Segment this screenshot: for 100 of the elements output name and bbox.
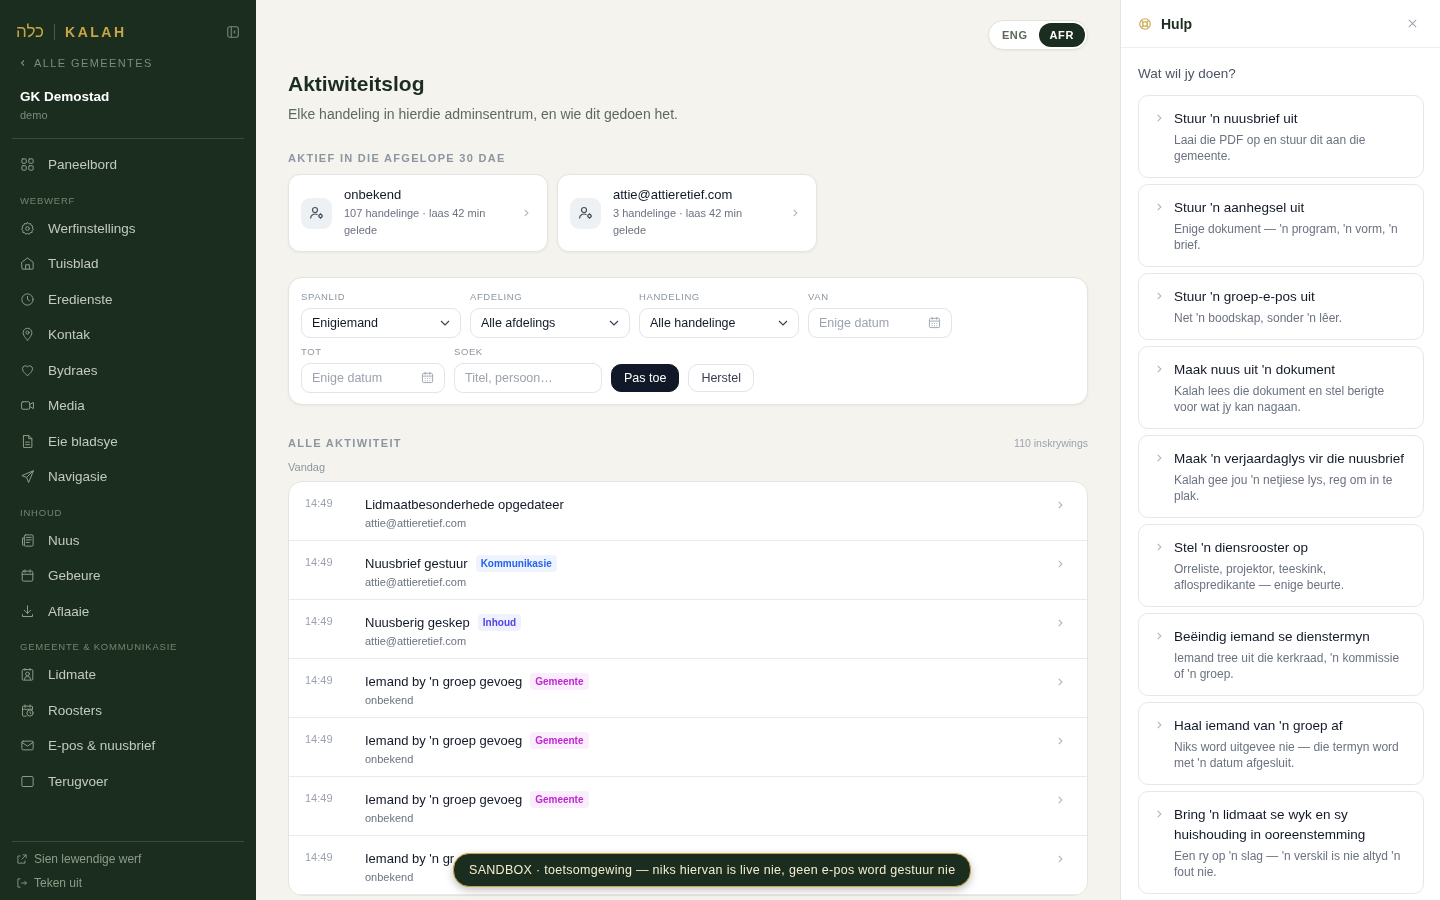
help-action-card[interactable]: Maak nuus uit 'n dokument Kalah lees die dokument en stel berigte voor wat jy kan nagaan. bbox=[1138, 346, 1424, 429]
calendar-clock-icon bbox=[20, 702, 35, 718]
action-description: Een ry op 'n slag — 'n verskil is nie altyd 'n fout nie. bbox=[1174, 848, 1402, 880]
action-description: Kalah gee jou 'n netjiese lys, reg om in te plak. bbox=[1174, 472, 1394, 504]
nav-item[interactable]: Roosters bbox=[12, 692, 244, 728]
action-title: Bring 'n lidmaat se wyk en sy huishouding in ooreenstemming bbox=[1174, 806, 1367, 844]
user-card[interactable]: onbekend 107 handelinge · laas 42 min gelede bbox=[288, 174, 548, 252]
search-field[interactable]: Titel, persoon… bbox=[454, 363, 602, 393]
help-action-card[interactable]: Stuur 'n groep-e-pos uit Net 'n boodskap, sonder 'n lêer. bbox=[1138, 273, 1424, 340]
user-card[interactable]: attie@attieretief.com 3 handelinge · laas 42 min gelede bbox=[557, 174, 817, 252]
help-action-card[interactable]: Stuur 'n aanhegsel uit Enige dokument — 'n program, 'n vorm, 'n brief. bbox=[1138, 184, 1424, 267]
nav-item[interactable]: Eie bladsye bbox=[12, 423, 244, 459]
activity-row[interactable]: 14:49 Iemand by 'n groep gevoeg Gemeente onbekend bbox=[289, 659, 1087, 718]
nav-item[interactable]: Aflaaie bbox=[12, 593, 244, 629]
nav-item[interactable]: Paneelbord bbox=[12, 147, 244, 183]
nav-item[interactable]: Eredienste bbox=[12, 281, 244, 317]
chevron-right-icon bbox=[521, 208, 531, 218]
activity-row[interactable]: 14:49 Lidmaatbesonderhede opgedateer attie@attieretief.com bbox=[289, 482, 1087, 541]
activity-time: 14:49 bbox=[305, 496, 334, 509]
field-label: TOT bbox=[301, 346, 323, 357]
section-heading: ALLE AKTIWITEIT bbox=[288, 437, 402, 449]
dropdown[interactable]: Alle afdelings bbox=[470, 308, 630, 338]
help-action-card[interactable]: Bring 'n lidmaat se wyk en sy huishouding in ooreenstemming Een ry op 'n slag — 'n verskil is nie altyd 'n fout nie. bbox=[1138, 791, 1424, 894]
chevron-right-icon bbox=[1154, 364, 1164, 374]
action-title: Haal iemand van 'n groep af bbox=[1174, 717, 1344, 735]
logo-hebrew: כלה bbox=[16, 22, 45, 42]
activity-time: 14:49 bbox=[305, 732, 334, 745]
help-prompt: Wat wil jy doen? bbox=[1138, 66, 1237, 81]
nav-item[interactable]: Gebeure bbox=[12, 558, 244, 594]
chevron-right-icon bbox=[790, 208, 800, 218]
user-name: attie@attieretief.com bbox=[613, 187, 734, 202]
chevron-left-icon bbox=[19, 59, 27, 67]
page-subtitle: Elke handeling in hierdie adminsentrum, en wie dit gedoen het. bbox=[288, 106, 679, 122]
activity-title: Iemand by 'n groep gevoeg bbox=[365, 732, 523, 748]
action-description: Niks word uitgevee nie — die termyn word met 'n datum afgesluit. bbox=[1174, 739, 1400, 771]
help-action-card[interactable]: Stuur 'n nuusbrief uit Laai die PDF op en stuur dit aan die gemeente. bbox=[1138, 95, 1424, 178]
reset-button[interactable]: Herstel bbox=[688, 364, 754, 392]
sign-out-link[interactable]: Teken uit bbox=[16, 874, 240, 892]
nav-item[interactable]: E-pos & nuusbrief bbox=[12, 728, 244, 764]
language-option[interactable]: AFR bbox=[1038, 23, 1085, 47]
activity-row[interactable]: 14:49 Iemand by 'n groep gevoeg Gemeente onbekend bbox=[289, 718, 1087, 777]
back-link[interactable]: ALLE GEMEENTES bbox=[19, 57, 153, 69]
apply-button[interactable]: Pas toe bbox=[611, 364, 680, 392]
nav-item[interactable]: Werfinstellings bbox=[12, 210, 244, 246]
activity-row[interactable]: 14:49 Nuusberig geskep Inhoud attie@attieretief.com bbox=[289, 600, 1087, 659]
day-label: Vandag bbox=[288, 461, 327, 473]
activity-actor: onbekend bbox=[365, 871, 414, 883]
nav-item[interactable]: Kontak bbox=[12, 317, 244, 353]
activity-actor: onbekend bbox=[365, 753, 414, 765]
date-field[interactable]: Enige datum bbox=[808, 308, 952, 338]
sign-out-icon bbox=[16, 877, 28, 889]
nav-section-heading: INHOUD bbox=[19, 505, 64, 520]
nav-item[interactable]: Bydraes bbox=[12, 352, 244, 388]
nav-item[interactable]: Terugvoer bbox=[12, 763, 244, 799]
action-title: Maak 'n verjaardaglys vir die nuusbrief bbox=[1174, 450, 1405, 468]
section-heading: AKTIEF IN DIE AFGELOPE 30 DAE bbox=[288, 152, 507, 164]
action-title: Stuur 'n aanhegsel uit bbox=[1174, 199, 1306, 217]
help-action-card[interactable]: Beëindig iemand se dienstermyn Iemand tree uit die kerkraad, 'n kommissie of 'n groep. bbox=[1138, 613, 1424, 696]
nav-item[interactable]: Tuisblad bbox=[12, 246, 244, 282]
heart-icon bbox=[20, 362, 35, 378]
activity-actor: onbekend bbox=[365, 812, 414, 824]
external-link[interactable]: Sien lewendige werf bbox=[16, 850, 240, 868]
nav-item[interactable]: Nuus bbox=[12, 522, 244, 558]
activity-actor: attie@attieretief.com bbox=[365, 635, 467, 647]
lifebuoy-icon bbox=[1138, 16, 1152, 31]
nav-item[interactable]: Navigasie bbox=[12, 459, 244, 495]
help-action-card[interactable]: Stel 'n diensrooster op Orreliste, projektor, teeskink, aflospredikante — enige beurte. bbox=[1138, 524, 1424, 607]
activity-actor: onbekend bbox=[365, 694, 414, 706]
send-arrow-icon bbox=[20, 469, 35, 485]
chevron-right-icon bbox=[1154, 631, 1164, 641]
user-summary: 3 handelinge · laas 42 min gelede bbox=[613, 206, 744, 238]
activity-actor: attie@attieretief.com bbox=[365, 576, 467, 588]
chevron-right-icon bbox=[1055, 854, 1065, 864]
action-description: Kalah lees die dokument en stel berigte voor wat jy kan nagaan. bbox=[1174, 383, 1386, 415]
chevron-right-icon bbox=[1154, 113, 1164, 123]
logo-wordmark: KALAH bbox=[65, 24, 127, 40]
field-label: AFDELING bbox=[470, 291, 524, 302]
language-option[interactable]: ENG bbox=[990, 23, 1039, 47]
dropdown[interactable]: Enigiemand bbox=[301, 308, 461, 338]
dropdown[interactable]: Alle handelinge bbox=[639, 308, 799, 338]
nav-item[interactable]: Lidmate bbox=[12, 657, 244, 693]
activity-row[interactable]: 14:49 Iemand by 'n groep gevoeg Gemeente onbekend bbox=[289, 777, 1087, 836]
category-tag: Gemeente bbox=[530, 731, 589, 749]
close-icon[interactable] bbox=[1407, 18, 1418, 29]
date-field[interactable]: Enige datum bbox=[301, 363, 445, 393]
user-summary: 107 handelinge · laas 42 min gelede bbox=[344, 206, 487, 238]
nav-section-heading: WEBWERF bbox=[19, 193, 77, 208]
activity-row[interactable]: 14:49 Nuusbrief gestuur Kommunikasie attie@attieretief.com bbox=[289, 541, 1087, 600]
collapse-sidebar-icon[interactable] bbox=[226, 25, 240, 39]
calendar-icon bbox=[928, 316, 941, 329]
category-tag: Kommunikasie bbox=[475, 554, 557, 572]
field-label: SPANLID bbox=[301, 291, 347, 302]
activity-time: 14:49 bbox=[305, 673, 334, 686]
activity-title: Iemand by 'n gr bbox=[365, 850, 455, 866]
panel-title: Hulp bbox=[1161, 15, 1193, 32]
house-icon bbox=[20, 256, 35, 272]
help-action-card[interactable]: Maak 'n verjaardaglys vir die nuusbrief Kalah gee jou 'n netjiese lys, reg om in te plak. bbox=[1138, 435, 1424, 518]
activity-time: 14:49 bbox=[305, 614, 334, 627]
nav-item[interactable]: Media bbox=[12, 388, 244, 424]
help-action-card[interactable]: Haal iemand van 'n groep af Niks word uitgevee nie — die termyn word met 'n datum afgesluit. bbox=[1138, 702, 1424, 785]
